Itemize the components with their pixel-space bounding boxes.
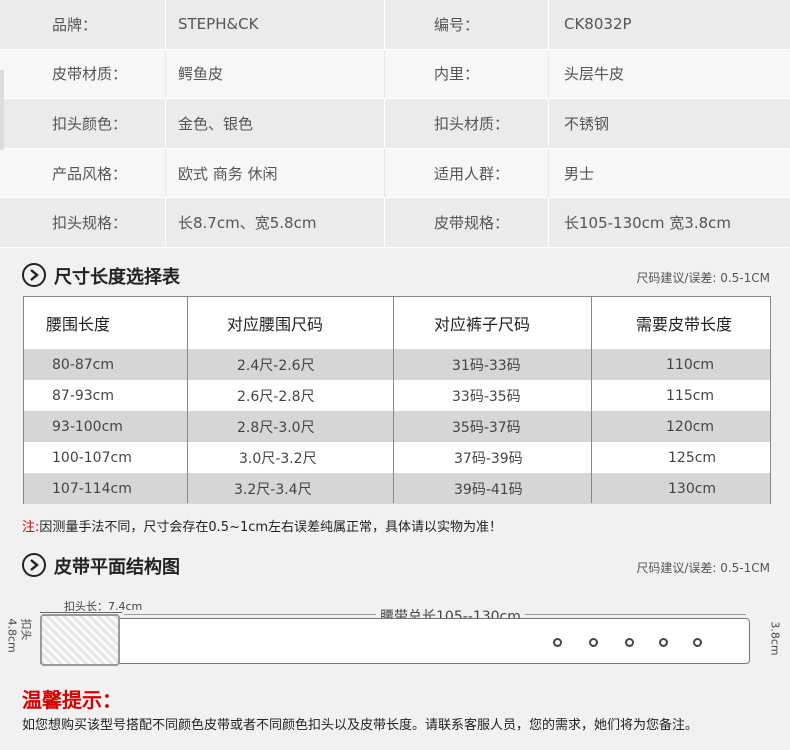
belt-section-title: 皮带平面结构图 [54,557,180,578]
spec-value: 长105-130cm 宽3.8cm [564,214,732,233]
table-cell: 2.8尺-3.0尺 [237,419,315,436]
spec-label: 内里： [434,65,480,84]
belt-hole [659,638,668,647]
belt-hole [625,638,634,647]
spec-label: 皮带规格： [434,214,510,233]
spec-label: 扣头颜色： [52,114,128,133]
header-pants-size: 对应裤子尺码 [434,315,531,334]
header-waist-size: 对应腰围尺码 [227,315,324,334]
table-cell: 130cm [668,480,717,497]
belt-hole [553,638,562,647]
buckle-dimension-line [40,612,122,613]
belt-section-note: 尺码建议/误差: 0.5-1CM [636,561,770,575]
spec-value: 欧式 商务 休闲 [178,164,278,183]
spec-label: 品牌： [52,15,98,34]
table-row: 80-87cm 2.4尺-2.6尺 31码-33码 110cm [24,349,770,380]
table-cell: 39码-41码 [454,481,523,498]
notice-text: 因测量手法不同，尺寸会存在0.5~1cm左右误差纯属正常，具体请以实物为准！ [39,520,503,535]
table-cell: 33码-35码 [452,388,521,405]
buckle-width-label: 扣头4.8cm [5,618,33,653]
column-divider [591,297,592,503]
side-strip [0,70,4,150]
spec-label: 编号： [434,15,480,34]
spec-row: 皮带材质： 鳄鱼皮 内里： 头层牛皮 [0,49,790,100]
spec-label: 扣头规格： [52,214,128,233]
table-row: 107-114cm 3.2尺-3.4尺 39码-41码 130cm [24,473,770,504]
spec-label: 皮带材质： [52,65,128,84]
belt-diagram: 扣头长：7.4cm 腰带总长105--130cm 扣头4.8cm 3.8cm [0,596,790,686]
belt-section-header: 皮带平面结构图 尺码建议/误差: 0.5-1CM [22,551,770,579]
table-cell: 3.2尺-3.4尺 [234,481,312,498]
belt-buckle [40,614,120,666]
spec-value: CK8032P [564,15,632,34]
warm-tips-text: 如您想购买该型号搭配不同颜色皮带或者不同颜色扣头以及皮带长度。请联系客服人员，您… [22,718,699,733]
header-waist-length: 腰围长度 [46,315,111,334]
table-cell: 115cm [666,387,715,404]
spec-label: 产品风格： [52,164,128,183]
size-section-header: 尺寸长度选择表 尺码建议/误差: 0.5-1CM [22,261,770,289]
spec-value: 男士 [564,164,595,183]
product-spec-page: { "spec": [ {"label1":"品牌：","value1":"ST… [0,0,790,750]
table-row: 93-100cm 2.8尺-3.0尺 35码-37码 120cm [24,411,770,442]
belt-width-label: 3.8cm [768,621,782,656]
spec-value: STEPH&CK [178,15,259,34]
table-cell: 2.6尺-2.8尺 [237,388,315,405]
column-divider [393,297,394,503]
spec-row: 产品风格： 欧式 商务 休闲 适用人群： 男士 [0,148,790,199]
warm-tips-title: 温馨提示： [22,688,122,712]
table-row: 100-107cm 3.0尺-3.2尺 37码-39码 125cm [24,442,770,473]
table-cell: 3.0尺-3.2尺 [239,450,317,467]
spec-value: 头层牛皮 [564,65,625,84]
spec-row: 扣头规格： 长8.7cm、宽5.8cm 皮带规格： 长105-130cm 宽3.… [0,198,790,248]
table-cell: 87-93cm [52,387,115,404]
size-table-header: 腰围长度 对应腰围尺码 对应裤子尺码 需要皮带长度 [24,297,770,349]
table-cell: 125cm [668,449,717,466]
table-cell: 35码-37码 [452,419,521,436]
table-cell: 80-87cm [52,356,115,373]
belt-strap [40,618,750,664]
spec-label: 适用人群： [434,164,510,183]
arrow-right-icon [22,263,46,287]
column-divider [187,297,188,503]
table-cell: 110cm [666,356,715,373]
table-cell: 120cm [666,418,715,435]
spec-value: 金色、银色 [178,114,254,133]
notice-prefix: 注: [22,520,40,535]
table-row: 87-93cm 2.6尺-2.8尺 33码-35码 115cm [24,380,770,411]
table-cell: 107-114cm [52,480,132,497]
belt-hole [693,638,702,647]
table-cell: 31码-33码 [452,357,521,374]
spec-row: 扣头颜色： 金色、银色 扣头材质： 不锈钢 [0,99,790,149]
size-section-title: 尺寸长度选择表 [54,267,180,288]
table-cell: 93-100cm [52,418,123,435]
table-cell: 100-107cm [52,449,132,466]
belt-hole [589,638,598,647]
spec-value: 不锈钢 [564,114,610,133]
spec-value: 长8.7cm、宽5.8cm [178,214,317,233]
table-cell: 37码-39码 [454,450,523,467]
table-cell: 2.4尺-2.6尺 [237,357,315,374]
size-table: 腰围长度 对应腰围尺码 对应裤子尺码 需要皮带长度 80-87cm 2.4尺-2… [23,296,771,504]
header-belt-length: 需要皮带长度 [636,315,733,334]
arrow-right-icon [22,553,46,577]
size-section-note: 尺码建议/误差: 0.5-1CM [636,271,770,285]
measurement-notice: 注:因测量手法不同，尺寸会存在0.5~1cm左右误差纯属正常，具体请以实物为准！ [22,516,502,535]
spec-row: 品牌： STEPH&CK 编号： CK8032P [0,0,790,50]
spec-label: 扣头材质： [434,114,510,133]
spec-value: 鳄鱼皮 [178,65,224,84]
spec-table: 品牌： STEPH&CK 编号： CK8032P 皮带材质： 鳄鱼皮 内里： 头… [0,0,790,248]
